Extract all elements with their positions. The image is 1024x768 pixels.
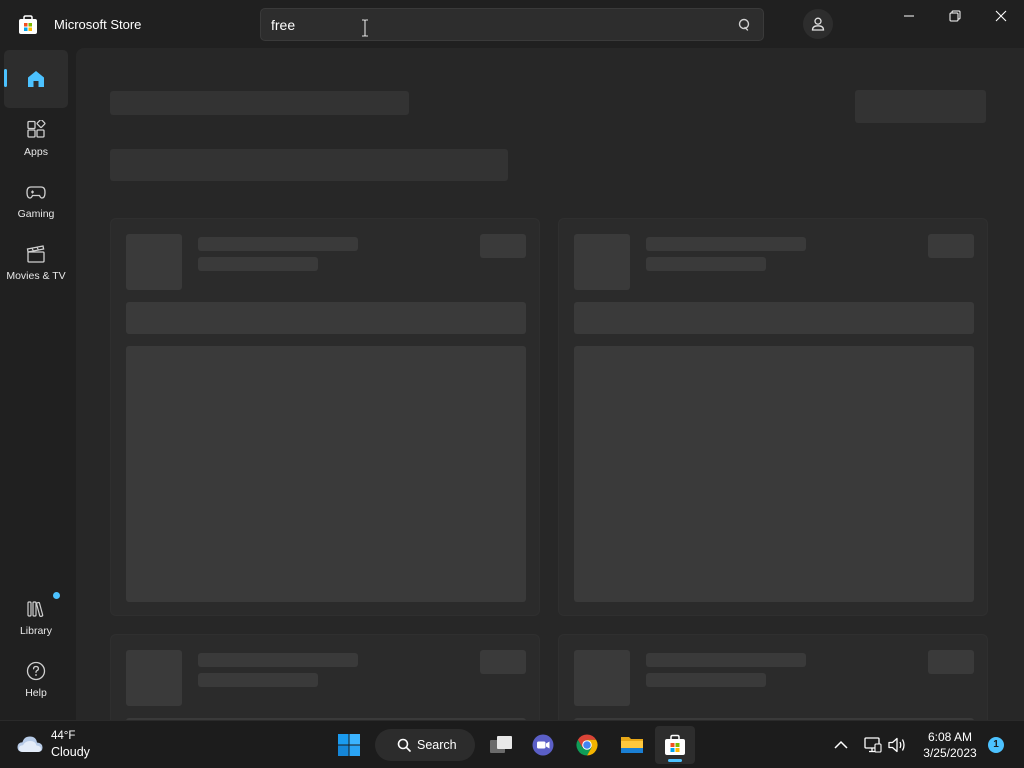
minimize-icon: [904, 15, 914, 17]
close-icon: [995, 10, 1007, 22]
volume-icon[interactable]: [887, 735, 907, 755]
skeleton-app-icon: [126, 650, 182, 706]
apps-icon: [27, 120, 46, 138]
start-icon: [338, 734, 360, 756]
teams-button[interactable]: [523, 726, 563, 764]
skeleton-app-name: [198, 653, 358, 667]
skeleton-filter-button: [855, 90, 986, 123]
chrome-button[interactable]: [567, 726, 607, 764]
skeleton-app-icon: [574, 650, 630, 706]
store-taskbar-button[interactable]: [655, 726, 695, 764]
network-icon[interactable]: [862, 735, 882, 755]
skeleton-card: [558, 634, 988, 720]
skeleton-app-publisher: [198, 257, 318, 271]
taskbar-search-label: Search: [417, 738, 457, 752]
title-bar: Microsoft Store: [0, 0, 1024, 48]
skeleton-app-icon: [126, 234, 182, 290]
sidebar-item-home[interactable]: [4, 50, 68, 108]
cloud-icon: [17, 736, 43, 752]
restore-icon: [949, 10, 961, 22]
teams-icon: [532, 734, 554, 756]
start-button[interactable]: [329, 726, 369, 764]
skeleton-card: [110, 634, 540, 720]
weather-temperature: 44°F: [51, 730, 76, 742]
skeleton-price-button: [480, 650, 526, 674]
text-cursor-icon: [362, 19, 368, 37]
file-explorer-button[interactable]: [611, 726, 651, 764]
store-icon: [665, 734, 685, 755]
chevron-up-icon[interactable]: [831, 735, 851, 755]
skeleton-card: [110, 218, 540, 616]
skeleton-app-publisher: [646, 257, 766, 271]
taskbar: 44°F Cloudy Search 6:08 AM 3/25/2023 1: [0, 720, 1024, 768]
skeleton-app-name: [646, 653, 806, 667]
skeleton-price-button: [928, 650, 974, 674]
main-content-loading: [76, 48, 1024, 720]
sidebar-item-label: Movies & TV: [6, 270, 66, 282]
sidebar-item-label: Library: [19, 625, 53, 637]
skeleton-app-icon: [574, 234, 630, 290]
task-view-icon: [490, 736, 512, 753]
minimize-button[interactable]: [886, 0, 932, 32]
skeleton-description: [574, 302, 974, 334]
sidebar-item-movies-tv[interactable]: Movies & TV: [4, 236, 68, 294]
sidebar-nav: Apps Gaming Movies & TV Library Help: [0, 48, 72, 720]
skeleton-price-button: [928, 234, 974, 258]
search-box[interactable]: [260, 8, 764, 41]
app-title: Microsoft Store: [54, 17, 142, 32]
clapperboard-icon: [26, 245, 45, 263]
active-indicator: [4, 69, 7, 87]
sidebar-item-help[interactable]: Help: [4, 653, 68, 711]
skeleton-app-name: [198, 237, 358, 251]
help-icon: [26, 661, 46, 681]
skeleton-app-name: [646, 237, 806, 251]
chrome-icon: [576, 734, 598, 756]
sidebar-item-label: Gaming: [17, 208, 55, 220]
search-icon: [397, 738, 411, 752]
task-view-button[interactable]: [480, 726, 520, 764]
sidebar-item-label: Apps: [24, 146, 48, 158]
library-update-badge: [53, 592, 60, 599]
skeleton-title: [110, 91, 409, 115]
skeleton-app-publisher: [646, 673, 766, 687]
file-explorer-icon: [621, 737, 643, 753]
skeleton-app-publisher: [198, 673, 318, 687]
sidebar-item-label: Help: [25, 687, 47, 699]
skeleton-screenshot: [574, 346, 974, 602]
skeleton-subtitle: [110, 149, 508, 181]
clock-time: 6:08 AM: [927, 730, 973, 744]
store-logo-icon: [19, 15, 37, 34]
running-indicator: [668, 759, 682, 762]
skeleton-card: [558, 218, 988, 616]
library-icon: [27, 601, 44, 618]
taskbar-search[interactable]: Search: [375, 729, 475, 761]
sidebar-item-library[interactable]: Library: [4, 591, 68, 649]
skeleton-description: [126, 302, 526, 334]
notification-badge[interactable]: 1: [988, 737, 1004, 753]
sidebar-item-gaming[interactable]: Gaming: [4, 174, 68, 232]
skeleton-price-button: [480, 234, 526, 258]
skeleton-screenshot: [126, 346, 526, 602]
search-icon[interactable]: [737, 17, 753, 33]
clock-date: 3/25/2023: [923, 746, 977, 760]
sidebar-item-apps[interactable]: Apps: [4, 112, 68, 170]
weather-condition: Cloudy: [51, 745, 90, 759]
search-input[interactable]: [271, 9, 711, 40]
home-icon: [28, 71, 44, 87]
close-button[interactable]: [978, 0, 1024, 32]
gamepad-icon: [26, 186, 46, 199]
user-icon: [811, 17, 825, 31]
microsoft-store-window: Microsoft Store free Apps Gaming Movies …: [0, 0, 1024, 720]
account-button[interactable]: [803, 9, 833, 39]
restore-button[interactable]: [932, 0, 978, 32]
